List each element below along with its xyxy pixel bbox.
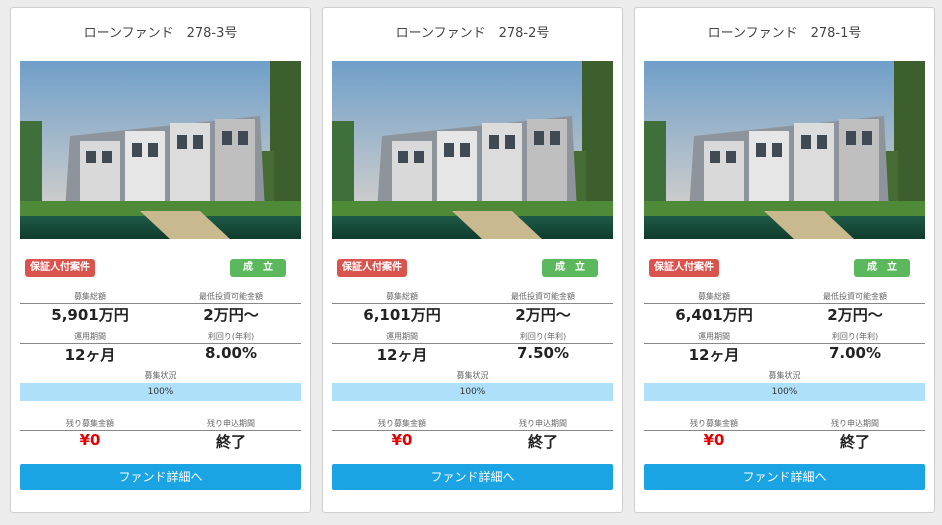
property-photo-image: [332, 61, 613, 239]
total-amount-label: 募集総額: [386, 292, 418, 301]
guarantee-badge: 保証人付案件: [649, 259, 719, 277]
fund-detail-button[interactable]: ファンド詳細へ: [20, 464, 301, 490]
yield-value: 7.50%: [516, 344, 570, 362]
total-amount-label: 募集総額: [74, 292, 106, 301]
guarantee-badge: 保証人付案件: [337, 259, 407, 277]
remaining-amount-label: 残り募集金額: [66, 419, 114, 428]
min-investment-label: 最低投資可能金額: [823, 292, 887, 301]
remaining-amount-value: ¥0: [391, 431, 413, 449]
fund-card[interactable]: ローンファンド 278-1号 保証人付案件 成 立 募集総額 最低投資可能金額 …: [634, 7, 935, 513]
yield-label: 利回り(年利): [519, 332, 567, 341]
period-label: 運用期間: [74, 332, 106, 341]
progress-bar: 100%: [644, 383, 925, 401]
fund-card[interactable]: ローンファンド 278-2号 保証人付案件 成 立 募集総額 最低投資可能金額 …: [322, 7, 623, 513]
total-amount-value: 5,901万円: [51, 306, 129, 324]
guarantee-badge: 保証人付案件: [25, 259, 95, 277]
yield-value: 7.00%: [828, 344, 882, 362]
deadline-label: 残り申込期間: [519, 419, 567, 428]
deadline-value: 終了: [527, 433, 558, 451]
yield-label: 利回り(年利): [207, 332, 255, 341]
status-label: 募集状況: [768, 371, 801, 380]
yield-label: 利回り(年利): [831, 332, 879, 341]
status-badge: 成 立: [854, 259, 910, 277]
period-label: 運用期間: [698, 332, 730, 341]
fund-detail-button[interactable]: ファンド詳細へ: [644, 464, 925, 490]
fund-title[interactable]: ローンファンド 278-2号: [323, 22, 622, 41]
property-photo[interactable]: [644, 61, 925, 239]
progress-bar: 100%: [332, 383, 613, 401]
min-investment-label: 最低投資可能金額: [511, 292, 575, 301]
property-photo[interactable]: [20, 61, 301, 239]
total-amount-value: 6,401万円: [675, 306, 753, 324]
deadline-value: 終了: [839, 433, 870, 451]
fund-card[interactable]: ローンファンド 278-3号 保証人付案件 成 立 募集総額 最低投資可能金額 …: [10, 7, 311, 513]
deadline-label: 残り申込期間: [207, 419, 255, 428]
fund-title[interactable]: ローンファンド 278-1号: [635, 22, 934, 41]
property-photo-image: [644, 61, 925, 239]
property-photo-image: [20, 61, 301, 239]
remaining-amount-label: 残り募集金額: [378, 419, 426, 428]
period-value: 12ヶ月: [64, 346, 116, 364]
status-badge: 成 立: [542, 259, 598, 277]
fund-detail-button[interactable]: ファンド詳細へ: [332, 464, 613, 490]
remaining-amount-value: ¥0: [79, 431, 101, 449]
deadline-value: 終了: [215, 433, 246, 451]
min-investment-label: 最低投資可能金額: [199, 292, 263, 301]
period-label: 運用期間: [386, 332, 418, 341]
fund-title[interactable]: ローンファンド 278-3号: [11, 22, 310, 41]
period-value: 12ヶ月: [688, 346, 740, 364]
period-value: 12ヶ月: [376, 346, 428, 364]
min-investment-value: 2万円〜: [515, 306, 571, 324]
min-investment-value: 2万円〜: [827, 306, 883, 324]
remaining-amount-value: ¥0: [703, 431, 725, 449]
deadline-label: 残り申込期間: [831, 419, 879, 428]
progress-bar: 100%: [20, 383, 301, 401]
status-label: 募集状況: [456, 371, 489, 380]
property-photo[interactable]: [332, 61, 613, 239]
status-badge: 成 立: [230, 259, 286, 277]
min-investment-value: 2万円〜: [203, 306, 259, 324]
status-label: 募集状況: [144, 371, 177, 380]
total-amount-value: 6,101万円: [363, 306, 441, 324]
total-amount-label: 募集総額: [698, 292, 730, 301]
remaining-amount-label: 残り募集金額: [690, 419, 738, 428]
yield-value: 8.00%: [204, 344, 258, 362]
